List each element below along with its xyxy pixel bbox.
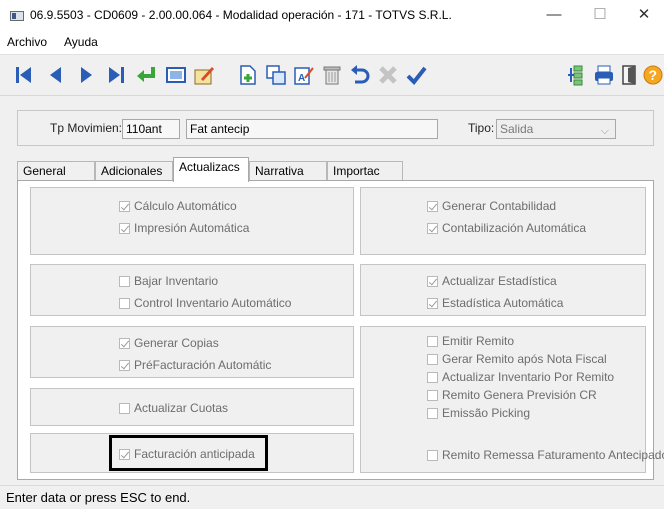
checkbox-gerar-remito[interactable]: Gerar Remito após Nota Fiscal [427, 351, 607, 367]
close-button[interactable]: ✕ [624, 4, 664, 28]
group-contabilidad: Generar Contabilidad Contabilización Aut… [360, 187, 646, 255]
exit-icon[interactable] [618, 63, 642, 87]
checkbox-box [119, 222, 130, 234]
checkbox-box [427, 297, 438, 309]
checkbox-remito-remessa[interactable]: Remito Remessa Faturamento Antecipado [427, 447, 664, 463]
edit-field-icon[interactable]: A [292, 63, 316, 87]
group-estadistica: Actualizar Estadística Estadística Autom… [360, 264, 646, 316]
view-record-icon[interactable] [164, 63, 188, 87]
tab-panel-actualizacs: Cálculo Automático Impresión Automática … [17, 180, 664, 480]
checkbox-box [427, 449, 438, 461]
checkbox-box [119, 359, 130, 371]
highlight-frame [109, 435, 268, 471]
delete-record-icon[interactable] [320, 63, 344, 87]
tp-movimien-label: Tp Movimien: [50, 121, 123, 135]
checkbox-box [427, 200, 438, 212]
print-icon[interactable] [592, 63, 616, 87]
chevron-down-icon: ⌵ [600, 125, 609, 137]
checkbox-box [427, 222, 438, 234]
new-record-icon[interactable] [236, 63, 260, 87]
checkbox-generar-copias[interactable]: Generar Copias [119, 335, 219, 351]
edit-record-icon[interactable] [192, 63, 216, 87]
checkbox-box [119, 337, 130, 349]
app-icon [10, 11, 24, 21]
window-title: 06.9.5503 - CD0609 - 2.00.00.064 - Modal… [30, 8, 452, 22]
tipo-select[interactable]: Salida ⌵ [496, 119, 616, 139]
checkbox-box [427, 407, 438, 419]
checkbox-box [119, 275, 130, 287]
checkbox-emissao-picking[interactable]: Emissão Picking [427, 405, 530, 421]
status-text: Enter data or press ESC to end. [6, 490, 191, 505]
checkbox-actualizar-inventario-remito[interactable]: Actualizar Inventario Por Remito [427, 369, 617, 385]
checkbox-calculo-automatico[interactable]: Cálculo Automático [119, 198, 237, 214]
checkbox-control-inventario[interactable]: Control Inventario Automático [119, 295, 291, 311]
confirm-return-icon[interactable] [134, 63, 158, 87]
group-calculo: Cálculo Automático Impresión Automática [30, 187, 354, 255]
checkbox-contabilizacion-automatica[interactable]: Contabilización Automática [427, 220, 586, 236]
tab-adicionales[interactable]: Adicionales [95, 161, 173, 181]
checkbox-remito-genera-prevision[interactable]: Remito Genera Previsión CR [427, 387, 597, 403]
tab-actualizacs[interactable]: Actualizacs [173, 157, 249, 182]
undo-icon[interactable] [348, 63, 372, 87]
checkbox-actualizar-cuotas[interactable]: Actualizar Cuotas [119, 400, 228, 416]
tipo-label: Tipo: [468, 121, 495, 135]
previous-record-icon[interactable] [44, 63, 68, 87]
checkbox-box [427, 275, 438, 287]
group-remito: Emitir Remito Gerar Remito após Nota Fis… [360, 326, 664, 473]
status-bar: Enter data or press ESC to end. [0, 485, 664, 509]
checkbox-impresion-automatica[interactable]: Impresión Automática [119, 220, 249, 236]
cancel-icon[interactable] [376, 63, 400, 87]
checkbox-emitir-remito[interactable]: Emitir Remito [427, 333, 514, 349]
checkbox-estadistica-automatica[interactable]: Estadística Automática [427, 295, 563, 311]
group-inventario: Bajar Inventario Control Inventario Auto… [30, 264, 354, 316]
checkbox-generar-contabilidad[interactable]: Generar Contabilidad [427, 198, 556, 214]
group-copias: Generar Copias PréFacturación Automátic [30, 326, 354, 378]
title-bar: 06.9.5503 - CD0609 - 2.00.00.064 - Modal… [0, 0, 664, 32]
main-content: Tp Movimien: 110ant Fat antecip Tipo: Sa… [0, 96, 664, 485]
first-record-icon[interactable] [12, 63, 36, 87]
minimize-button[interactable]: — [534, 4, 574, 28]
checkbox-box [119, 402, 130, 414]
checkbox-box [427, 389, 438, 401]
zoom-icon[interactable] [566, 63, 590, 87]
header-frame: Tp Movimien: 110ant Fat antecip Tipo: Sa… [17, 110, 654, 146]
save-icon[interactable] [404, 63, 428, 87]
copy-record-icon[interactable] [264, 63, 288, 87]
help-icon[interactable]: ? [642, 63, 664, 87]
tab-importac[interactable]: Importac [327, 161, 403, 181]
checkbox-prefacturacion[interactable]: PréFacturación Automátic [119, 357, 271, 373]
svg-text:A: A [298, 73, 305, 84]
menu-bar: Archivo Ayuda [0, 32, 664, 54]
group-cuotas: Actualizar Cuotas [30, 388, 354, 426]
menu-archivo[interactable]: Archivo [5, 34, 49, 50]
tipo-value: Salida [500, 122, 534, 136]
tab-general[interactable]: General [17, 161, 95, 181]
checkbox-box [119, 200, 130, 212]
toolbar: A ? [0, 54, 664, 96]
tp-movimien-desc-field: Fat antecip [186, 119, 438, 139]
menu-ayuda[interactable]: Ayuda [62, 34, 100, 50]
last-record-icon[interactable] [104, 63, 128, 87]
checkbox-box [427, 371, 438, 383]
checkbox-actualizar-estadistica[interactable]: Actualizar Estadística [427, 273, 557, 289]
tab-narrativa[interactable]: Narrativa [249, 161, 327, 181]
checkbox-box [427, 335, 438, 347]
checkbox-bajar-inventario[interactable]: Bajar Inventario [119, 273, 218, 289]
help-glyph: ? [649, 67, 658, 83]
checkbox-box [427, 353, 438, 365]
next-record-icon[interactable] [74, 63, 98, 87]
tp-movimien-code-field[interactable]: 110ant [122, 119, 180, 139]
checkbox-box [119, 297, 130, 309]
maximize-button[interactable]: ☐ [580, 4, 620, 28]
